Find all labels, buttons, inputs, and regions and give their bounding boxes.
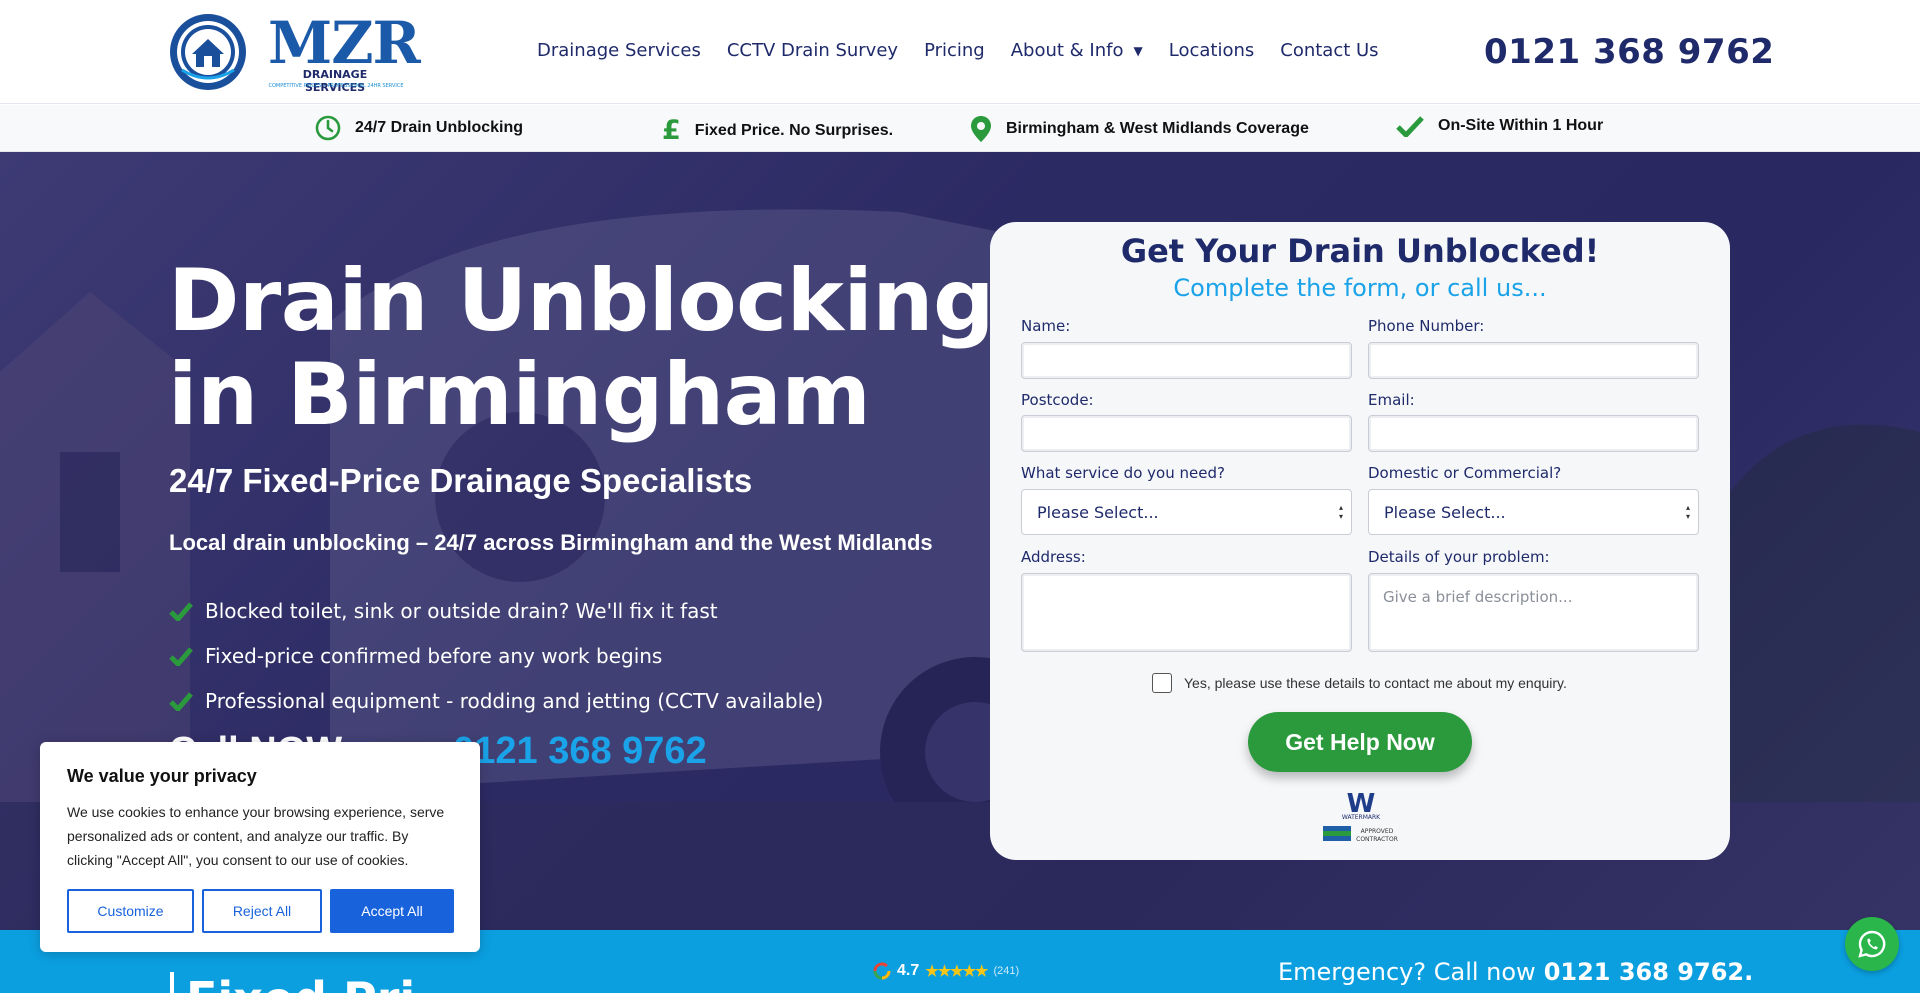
brand-name: MZR [268, 9, 421, 77]
map-pin-icon [971, 116, 991, 142]
nav-locations[interactable]: Locations [1169, 40, 1255, 61]
address-label: Address: [1021, 548, 1086, 566]
hero-checklist: Blocked toilet, sink or outside drain? W… [169, 588, 823, 723]
usp-strip: 24/7 Drain Unblocking £ Fixed Price. No … [0, 105, 1920, 152]
emergency-number[interactable]: 0121 368 9762. [1544, 958, 1754, 986]
usp-item-coverage: Birmingham & West Midlands Coverage [970, 115, 1309, 143]
consent-row: Yes, please use these details to contact… [1152, 673, 1567, 693]
clock-icon [315, 115, 341, 141]
select-arrows-icon: ▴ ▾ [1685, 503, 1690, 521]
phone-label: Phone Number: [1368, 317, 1485, 335]
usp-text: Fixed Price. No Surprises. [694, 121, 894, 139]
enquiry-form: Get Your Drain Unblocked! Complete the f… [990, 222, 1730, 860]
hero-subtitle-2: Local drain unblocking – 24/7 across Bir… [169, 530, 933, 555]
type-select-value: Please Select... [1384, 502, 1506, 522]
badge-line2: CONTRACTOR [1356, 836, 1398, 843]
reject-all-button[interactable]: Reject All [202, 889, 322, 933]
site-header: MZR DRAINAGE SERVICES COMPETITIVE PRICES… [0, 0, 1920, 104]
nav-cctv-drain-survey[interactable]: CCTV Drain Survey [727, 40, 898, 61]
details-field[interactable] [1368, 573, 1699, 652]
usp-text: 24/7 Drain Unblocking [355, 119, 524, 136]
cookie-body: We use cookies to enhance your browsing … [67, 804, 445, 868]
name-field[interactable] [1021, 342, 1352, 379]
form-subtitle: Complete the form, or call us... [1173, 274, 1547, 302]
cookie-title: We value your privacy [67, 766, 257, 786]
hero-title-line2: in Birmingham [168, 345, 871, 445]
get-help-now-button[interactable]: Get Help Now [1248, 712, 1472, 772]
checklist-text: Blocked toilet, sink or outside drain? W… [205, 598, 718, 623]
checklist-item: Blocked toilet, sink or outside drain? W… [169, 588, 823, 633]
cookie-consent-banner: We value your privacy We use cookies to … [40, 742, 480, 952]
check-icon [169, 691, 193, 711]
emergency-label: Emergency? Call now [1278, 958, 1536, 986]
checklist-item: Fixed-price confirmed before any work be… [169, 633, 823, 678]
whatsapp-icon [1858, 930, 1886, 958]
service-label: What service do you need? [1021, 464, 1225, 482]
brand-subname: DRAINAGE SERVICES [302, 68, 368, 94]
phone-field[interactable] [1368, 342, 1699, 379]
postcode-field[interactable] [1021, 415, 1352, 452]
usp-item-on-site: On-Site Within 1 Hour [1396, 115, 1603, 137]
nav-drainage-services[interactable]: Drainage Services [537, 40, 701, 61]
service-select-value: Please Select... [1037, 502, 1159, 522]
check-icon [169, 646, 193, 666]
type-label: Domestic or Commercial? [1368, 464, 1562, 482]
email-field[interactable] [1368, 415, 1699, 452]
badge-line1: APPROVED [1361, 828, 1394, 835]
nav-contact-us[interactable]: Contact Us [1280, 40, 1378, 61]
usp-text: Birmingham & West Midlands Coverage [1006, 120, 1309, 137]
accept-all-button[interactable]: Accept All [330, 889, 454, 933]
address-field[interactable] [1021, 573, 1352, 652]
domestic-commercial-select[interactable]: Please Select... ▴ ▾ [1368, 489, 1699, 535]
rating-stars-icon: ★★★★★ [925, 963, 988, 980]
hero-title-line1: Drain Unblocking [168, 251, 995, 351]
postcode-label: Postcode: [1021, 391, 1094, 409]
emergency-call: Emergency? Call now 0121 368 9762. [1278, 958, 1753, 986]
checklist-text: Fixed-price confirmed before any work be… [205, 643, 663, 668]
badge-brand: WATERMARK [1342, 814, 1381, 821]
checklist-item: Professional equipment - rodding and jet… [169, 678, 823, 723]
pound-icon: £ [662, 115, 681, 146]
watermark-approved-contractor-badge: W WATERMARK APPROVED CONTRACTOR [1323, 790, 1398, 843]
call-now-number[interactable]: 0121 368 9762 [453, 730, 707, 772]
usp-item-24-7: 24/7 Drain Unblocking [315, 115, 523, 141]
hero-title: Drain Unblocking in Birmingham [168, 251, 995, 445]
brand-tagline: COMPETITIVE PRICES • PROFESSIONAL 24HR S… [268, 83, 404, 89]
form-title: Get Your Drain Unblocked! [1120, 232, 1600, 270]
consent-label: Yes, please use these details to contact… [1184, 675, 1567, 691]
whatsapp-button[interactable] [1845, 917, 1899, 971]
checklist-text: Professional equipment - rodding and jet… [205, 688, 824, 713]
nav-pricing[interactable]: Pricing [924, 40, 985, 61]
name-label: Name: [1021, 317, 1071, 335]
house-logo-icon [170, 14, 246, 90]
select-arrows-icon: ▴ ▾ [1338, 503, 1343, 521]
main-nav: Drainage Services CCTV Drain Survey Pric… [537, 40, 1379, 61]
check-icon [169, 601, 193, 621]
usp-item-fixed-price: £ Fixed Price. No Surprises. [662, 115, 893, 146]
details-label: Details of your problem: [1368, 548, 1550, 566]
google-rating[interactable]: 4.7 ★★★★★ (241) [873, 962, 1019, 980]
consent-checkbox[interactable] [1152, 673, 1172, 693]
rating-value: 4.7 [897, 962, 920, 979]
check-icon [1396, 116, 1424, 137]
google-icon [873, 962, 891, 980]
brand-logo[interactable]: MZR DRAINAGE SERVICES COMPETITIVE PRICES… [168, 10, 428, 94]
nav-about-info[interactable]: About & Info ▼ [1011, 40, 1143, 61]
usp-text: On-Site Within 1 Hour [1438, 117, 1604, 134]
nav-about-info-label: About & Info [1010, 40, 1124, 61]
section-heading: Fixed Pri [170, 972, 415, 993]
header-phone-link[interactable]: 0121 368 9762 [1484, 32, 1774, 72]
caret-down-icon: ▼ [1133, 44, 1143, 58]
hero-subtitle: 24/7 Fixed-Price Drainage Specialists [169, 462, 753, 499]
customize-button[interactable]: Customize [67, 889, 194, 933]
email-label: Email: [1368, 391, 1415, 409]
service-select[interactable]: Please Select... ▴ ▾ [1021, 489, 1352, 535]
rating-count: (241) [993, 965, 1020, 977]
